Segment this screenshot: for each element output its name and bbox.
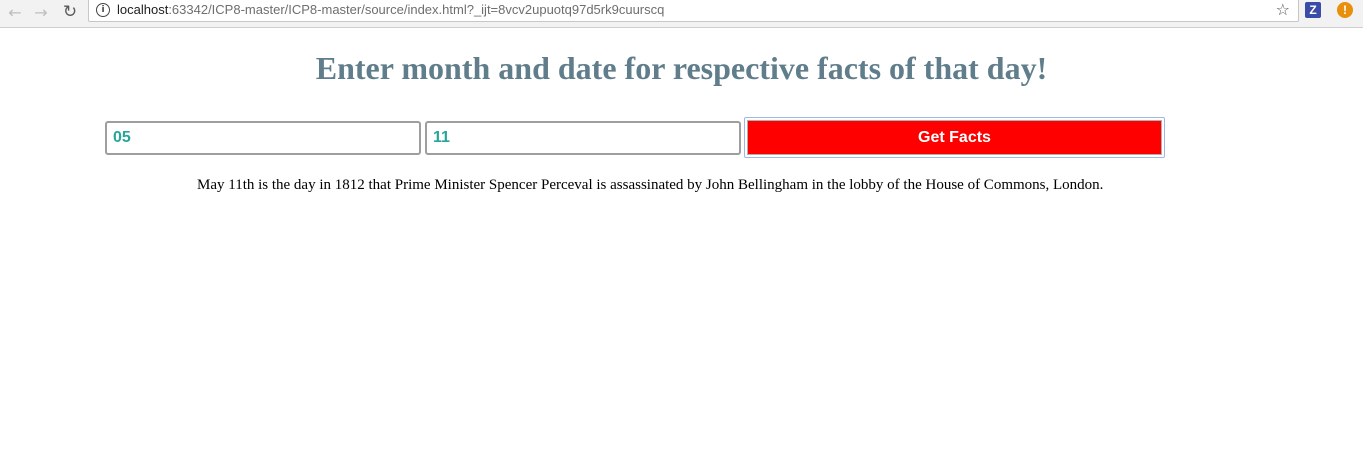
url-path: :63342/ICP8-master/ICP8-master/source/in… <box>168 2 665 17</box>
day-input[interactable] <box>425 121 741 155</box>
address-bar[interactable]: i localhost:63342/ICP8-master/ICP8-maste… <box>88 0 1299 22</box>
forward-arrow-icon[interactable]: → <box>30 1 52 23</box>
info-icon[interactable]: i <box>96 3 110 17</box>
alert-extension-icon[interactable]: ! <box>1337 2 1353 18</box>
get-facts-button[interactable]: Get Facts <box>747 120 1162 155</box>
page-title: Enter month and date for respective fact… <box>315 50 1048 86</box>
month-input[interactable] <box>105 121 421 155</box>
star-icon[interactable]: ☆ <box>1276 0 1290 19</box>
z-extension-icon[interactable]: Z <box>1305 2 1321 18</box>
url-text[interactable]: localhost:63342/ICP8-master/ICP8-master/… <box>117 2 664 17</box>
get-facts-focus-ring: Get Facts <box>744 117 1165 158</box>
fact-text: May 11th is the day in 1812 that Prime M… <box>197 177 1104 193</box>
back-arrow-icon[interactable]: ← <box>4 1 26 23</box>
browser-toolbar: ← → ↻ i localhost:63342/ICP8-master/ICP8… <box>0 0 1363 28</box>
reload-icon[interactable]: ↻ <box>59 1 81 23</box>
url-host: localhost <box>117 2 169 17</box>
